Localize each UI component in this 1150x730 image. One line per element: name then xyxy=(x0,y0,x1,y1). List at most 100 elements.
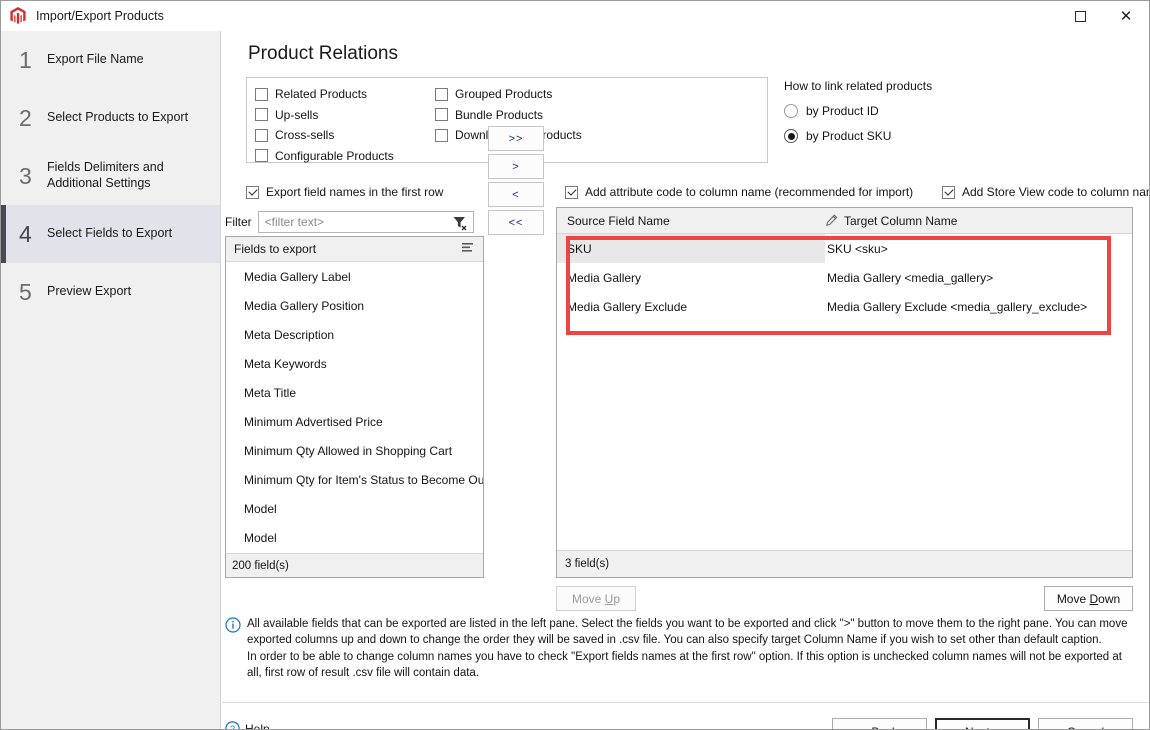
checkbox-grouped-products[interactable]: Grouped Products xyxy=(435,85,582,104)
move-all-right-button[interactable]: >> xyxy=(488,126,544,151)
checkbox-label: Cross-sells xyxy=(275,128,335,143)
available-fields-count: 200 field(s) xyxy=(226,553,483,577)
cell-source-field: Media Gallery xyxy=(567,270,642,285)
help-link[interactable]: ? Help xyxy=(225,721,270,730)
available-fields-items: Media Gallery Label Media Gallery Positi… xyxy=(226,262,483,554)
move-right-button[interactable]: > xyxy=(488,154,544,179)
svg-text:?: ? xyxy=(230,724,235,730)
checkbox-label: Bundle Products xyxy=(455,107,544,122)
cell-source-field: Media Gallery Exclude xyxy=(567,299,688,314)
checkbox-bundle-products[interactable]: Bundle Products xyxy=(435,106,582,125)
list-item[interactable]: Model xyxy=(226,523,483,552)
checkbox-cross-sells[interactable]: Cross-sells xyxy=(255,126,394,145)
help-text: Help xyxy=(245,721,270,730)
title-bar: Import/Export Products ✕ xyxy=(1,1,1149,31)
back-button[interactable]: < Back xyxy=(832,718,927,730)
info-panel: All available fields that can be exporte… xyxy=(225,616,1133,681)
radio-circle xyxy=(784,129,798,143)
filter-clear-icon[interactable] xyxy=(452,215,468,236)
magento-logo-icon xyxy=(6,4,30,28)
radio-by-product-id[interactable]: by Product ID xyxy=(784,104,1144,118)
available-fields-list[interactable]: Fields to export Media Gallery Label Med… xyxy=(225,236,484,578)
search-input[interactable] xyxy=(262,213,443,231)
wizard-footer-buttons: < Back Next > Cancel xyxy=(832,718,1133,730)
info-paragraph-1: All available fields that can be exporte… xyxy=(247,618,1128,647)
cell-target-column[interactable]: Media Gallery Exclude <media_gallery_exc… xyxy=(825,300,1087,314)
list-item[interactable]: Minimum Qty for Item's Status to Become … xyxy=(226,465,483,494)
move-up-rest: p xyxy=(613,591,621,606)
window-title: Import/Export Products xyxy=(36,9,164,23)
import-export-products-window: Import/Export Products ✕ 1 Export File N… xyxy=(0,0,1150,730)
table-row[interactable]: Media Gallery Media Gallery <media_galle… xyxy=(557,263,1132,292)
cell-target-column[interactable]: SKU <sku> xyxy=(825,242,888,256)
info-icon xyxy=(225,617,243,681)
cancel-button[interactable]: Cancel xyxy=(1038,718,1133,729)
checkbox-label: Up-sells xyxy=(275,107,319,122)
info-paragraph-2: In order to be able to change column nam… xyxy=(247,650,1122,679)
step-label: Select Fields to Export xyxy=(47,226,173,241)
main-panel: Product Relations Related Products Up-se… xyxy=(222,31,1149,730)
table-row[interactable]: Media Gallery Exclude Media Gallery Excl… xyxy=(557,292,1132,321)
cell-target-column[interactable]: Media Gallery <media_gallery> xyxy=(825,271,993,285)
checkbox-add-attribute-code[interactable]: Add attribute code to column name (recom… xyxy=(565,185,913,199)
list-item[interactable]: Minimum Qty Allowed in Shopping Cart xyxy=(226,436,483,465)
help-label: Help xyxy=(245,722,270,730)
table-row[interactable]: SKU SKU <sku> xyxy=(557,234,1132,263)
checkbox-box xyxy=(255,87,268,101)
pencil-edit-icon xyxy=(825,214,838,227)
radio-circle xyxy=(784,104,798,118)
next-rest: ext > xyxy=(974,725,1000,730)
filter-row: Filter xyxy=(225,211,474,233)
checkbox-up-sells[interactable]: Up-sells xyxy=(255,106,394,125)
sidebar-item-fields-delimiters[interactable]: 3 Fields Delimiters and Additional Setti… xyxy=(1,147,220,205)
close-button[interactable]: ✕ xyxy=(1103,1,1149,31)
sidebar-item-export-file-name[interactable]: 1 Export File Name xyxy=(1,31,220,89)
list-item[interactable]: Media Gallery Label xyxy=(226,262,483,291)
step-number: 4 xyxy=(19,220,32,247)
list-item[interactable]: Model xyxy=(226,494,483,523)
sidebar-item-select-products[interactable]: 2 Select Products to Export xyxy=(1,89,220,147)
relations-column-1: Related Products Up-sells Cross-sells Co… xyxy=(255,83,394,165)
column-header-target-column-name[interactable]: Target Column Name xyxy=(825,214,957,228)
checkbox-configurable-products[interactable]: Configurable Products xyxy=(255,147,394,166)
window-controls: ✕ xyxy=(1057,1,1149,31)
move-up-button[interactable]: Move Up xyxy=(556,586,636,611)
checkbox-related-products[interactable]: Related Products xyxy=(255,85,394,104)
move-down-rest: own xyxy=(1098,591,1121,606)
checkbox-export-field-names[interactable]: Export field names in the first row xyxy=(246,185,443,199)
available-fields-header: Fields to export xyxy=(226,237,483,262)
checkbox-box xyxy=(255,128,268,142)
move-down-button[interactable]: Move Down xyxy=(1044,586,1133,611)
wizard-steps-sidebar: 1 Export File Name 2 Select Products to … xyxy=(1,31,221,729)
next-button[interactable]: Next > xyxy=(935,718,1030,730)
grid-header: Source Field Name Target Column Name xyxy=(557,208,1132,234)
checkbox-box xyxy=(435,87,448,101)
link-related-products-group: How to link related products by Product … xyxy=(784,79,1144,143)
selected-fields-grid[interactable]: Source Field Name Target Column Name SKU… xyxy=(556,207,1133,578)
list-item[interactable]: Minimum Advertised Price xyxy=(226,407,483,436)
checkbox-box xyxy=(435,128,448,142)
close-icon: ✕ xyxy=(1119,6,1133,25)
list-item[interactable]: Meta Title xyxy=(226,378,483,407)
step-number: 5 xyxy=(19,278,32,305)
link-group-title: How to link related products xyxy=(784,79,933,93)
checkbox-box xyxy=(246,185,259,199)
list-item[interactable]: Media Gallery Position xyxy=(226,291,483,320)
back-accel: B xyxy=(871,725,879,730)
checkbox-add-store-view-code[interactable]: Add Store View code to column nam xyxy=(942,185,1149,199)
move-left-button[interactable]: < xyxy=(488,182,544,207)
move-all-left-button[interactable]: << xyxy=(488,210,544,235)
sort-list-icon[interactable] xyxy=(461,242,475,257)
checkbox-label: Configurable Products xyxy=(275,148,394,163)
column-header-source-field-name[interactable]: Source Field Name xyxy=(557,214,825,228)
sidebar-item-preview-export[interactable]: 5 Preview Export xyxy=(1,263,220,321)
checkbox-box xyxy=(435,108,448,122)
filter-input-wrapper[interactable] xyxy=(257,211,474,236)
checkbox-label: Grouped Products xyxy=(455,87,553,102)
maximize-button[interactable] xyxy=(1057,1,1103,31)
list-item[interactable]: Meta Keywords xyxy=(226,349,483,378)
radio-by-product-sku[interactable]: by Product SKU xyxy=(784,129,1144,143)
list-item[interactable]: Meta Description xyxy=(226,320,483,349)
sidebar-item-select-fields[interactable]: 4 Select Fields to Export xyxy=(1,205,220,263)
step-number: 1 xyxy=(19,46,32,73)
